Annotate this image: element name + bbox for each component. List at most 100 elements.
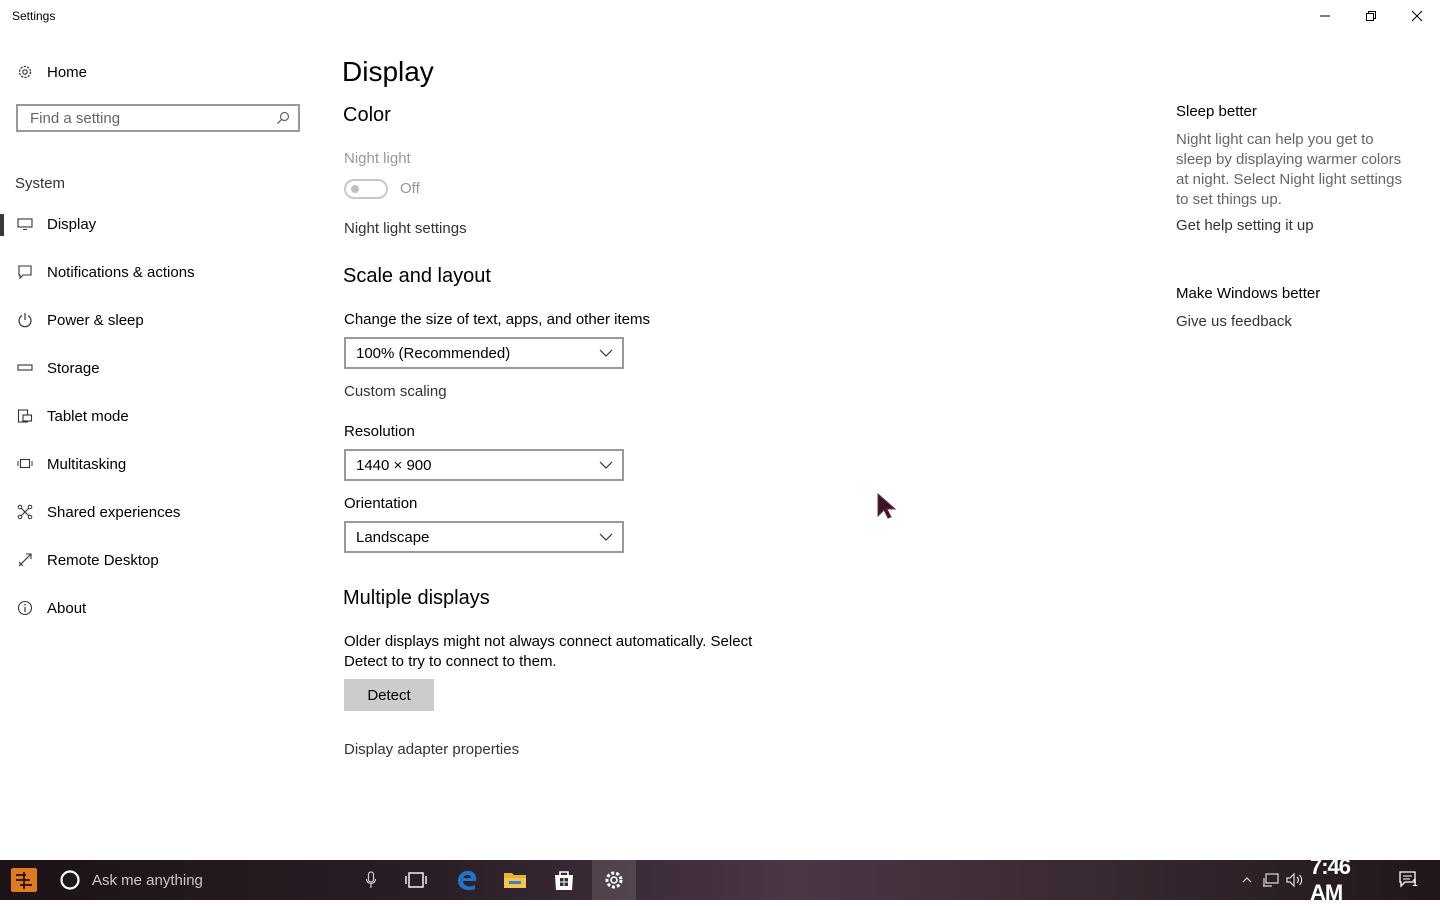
night-light-settings-link[interactable]: Night light settings	[344, 220, 467, 237]
power-icon	[15, 310, 35, 330]
search-icon[interactable]	[276, 111, 290, 125]
notification-icon	[15, 262, 35, 282]
microphone-icon	[365, 871, 377, 888]
scale-heading: Scale and layout	[343, 265, 491, 287]
show-hidden-icons-button[interactable]	[1238, 860, 1256, 900]
gear-icon	[15, 62, 35, 82]
title-bar: Settings	[0, 0, 1440, 32]
cortana-search-box[interactable]: Ask me anything	[48, 860, 388, 900]
chevron-down-icon	[598, 457, 614, 473]
sidebar-item-tablet-mode[interactable]: Tablet mode	[0, 394, 320, 438]
close-icon	[1411, 10, 1423, 22]
minimize-button[interactable]	[1302, 0, 1348, 32]
detect-button[interactable]: Detect	[344, 679, 434, 711]
remote-desktop-icon	[15, 550, 35, 570]
folder-icon	[504, 873, 526, 888]
sidebar-item-about[interactable]: About	[0, 586, 320, 630]
clock-button[interactable]: 7:46 AM	[1310, 854, 1386, 905]
orientation-label: Orientation	[344, 495, 418, 512]
chevron-down-icon	[598, 529, 614, 545]
volume-button[interactable]	[1284, 860, 1306, 900]
store-icon	[555, 871, 573, 890]
sidebar-item-multitasking[interactable]: Multitasking	[0, 442, 320, 486]
sidebar-item-label: Tablet mode	[47, 407, 129, 425]
size-label: Change the size of text, apps, and other…	[344, 311, 651, 328]
custom-scaling-link[interactable]: Custom scaling	[344, 383, 447, 400]
make-windows-better-title: Make Windows better	[1176, 285, 1321, 302]
multiple-displays-text-1: Older displays might not always connect …	[344, 633, 753, 650]
restore-button[interactable]	[1348, 0, 1394, 32]
sleep-better-title: Sleep better	[1176, 103, 1257, 120]
sidebar-item-label: Display	[47, 215, 97, 233]
orientation-dropdown[interactable]: Landscape	[344, 521, 624, 553]
orientation-value: Landscape	[356, 528, 430, 546]
night-light-state: Off	[400, 180, 420, 197]
night-light-label: Night light	[344, 150, 411, 167]
gear-icon	[605, 871, 623, 889]
network-icon	[1263, 873, 1279, 887]
store-taskbar-button[interactable]	[543, 860, 585, 900]
restore-icon	[1366, 11, 1376, 21]
display-adapter-properties-link[interactable]: Display adapter properties	[344, 741, 519, 758]
network-button[interactable]	[1260, 860, 1282, 900]
sidebar-item-label: Power & sleep	[47, 311, 144, 329]
microphone-button[interactable]	[358, 860, 384, 900]
resolution-label: Resolution	[344, 423, 415, 440]
give-feedback-link[interactable]: Give us feedback	[1176, 313, 1292, 330]
task-view-button[interactable]	[396, 860, 436, 900]
sidebar-item-label: About	[47, 599, 87, 617]
storage-icon	[15, 358, 35, 378]
settings-taskbar-button[interactable]	[592, 860, 636, 900]
sleep-text-line: at night. Select Night light settings	[1176, 171, 1402, 188]
night-light-toggle[interactable]	[344, 179, 388, 199]
info-icon	[15, 598, 35, 618]
sidebar-item-label: Notifications & actions	[47, 263, 195, 281]
sidebar-item-label: Shared experiences	[47, 503, 181, 521]
search-box[interactable]	[16, 104, 300, 132]
sleep-text-line: to set things up.	[1176, 191, 1282, 208]
resolution-dropdown[interactable]: 1440 × 900	[344, 449, 624, 481]
sidebar-item-remote-desktop[interactable]: Remote Desktop	[0, 538, 320, 582]
color-heading: Color	[343, 104, 391, 126]
scale-dropdown[interactable]: 100% (Recommended)	[344, 337, 624, 369]
multitasking-icon	[15, 454, 35, 474]
volume-icon	[1286, 872, 1303, 888]
start-button[interactable]	[0, 860, 48, 900]
get-help-link[interactable]: Get help setting it up	[1176, 217, 1314, 234]
toggle-knob	[351, 185, 359, 193]
sidebar-item-label: Multitasking	[47, 455, 127, 473]
sidebar-item-storage[interactable]: Storage	[0, 346, 320, 390]
notification-count-badge: 1	[1412, 878, 1418, 889]
task-view-icon	[405, 872, 427, 888]
edge-taskbar-button[interactable]	[446, 860, 488, 900]
search-input[interactable]	[28, 108, 262, 128]
mouse-cursor-icon	[877, 492, 897, 519]
file-explorer-taskbar-button[interactable]	[494, 860, 536, 900]
sidebar-item-display[interactable]: Display	[0, 202, 320, 246]
sidebar-section-label: System	[15, 175, 66, 192]
resolution-value: 1440 × 900	[356, 456, 432, 474]
action-center-button[interactable]: 1	[1392, 860, 1426, 900]
sleep-text-line: Night light can help you get to	[1176, 131, 1374, 148]
sidebar-item-notifications[interactable]: Notifications & actions	[0, 250, 320, 294]
minimize-icon	[1320, 15, 1330, 17]
start-icon	[11, 868, 37, 892]
chevron-up-icon	[1242, 877, 1252, 883]
multiple-displays-heading: Multiple displays	[343, 587, 490, 609]
cortana-icon	[60, 870, 80, 890]
scale-value: 100% (Recommended)	[356, 344, 511, 362]
home-label: Home	[47, 63, 88, 81]
sidebar-item-label: Remote Desktop	[47, 551, 159, 569]
page-title: Display	[342, 56, 434, 87]
chevron-down-icon	[598, 345, 614, 361]
sleep-text-line: sleep by displaying warmer colors	[1176, 151, 1402, 168]
sidebar-item-shared-experiences[interactable]: Shared experiences	[0, 490, 320, 534]
cortana-search-text: Ask me anything	[92, 871, 203, 889]
sidebar-item-power-sleep[interactable]: Power & sleep	[0, 298, 320, 342]
monitor-icon	[15, 214, 35, 234]
edge-icon	[458, 870, 477, 891]
sidebar-home[interactable]: Home	[0, 50, 320, 94]
multiple-displays-text-2: Detect to try to connect to them.	[344, 653, 557, 670]
shared-experiences-icon	[15, 502, 35, 522]
close-button[interactable]	[1394, 0, 1440, 32]
